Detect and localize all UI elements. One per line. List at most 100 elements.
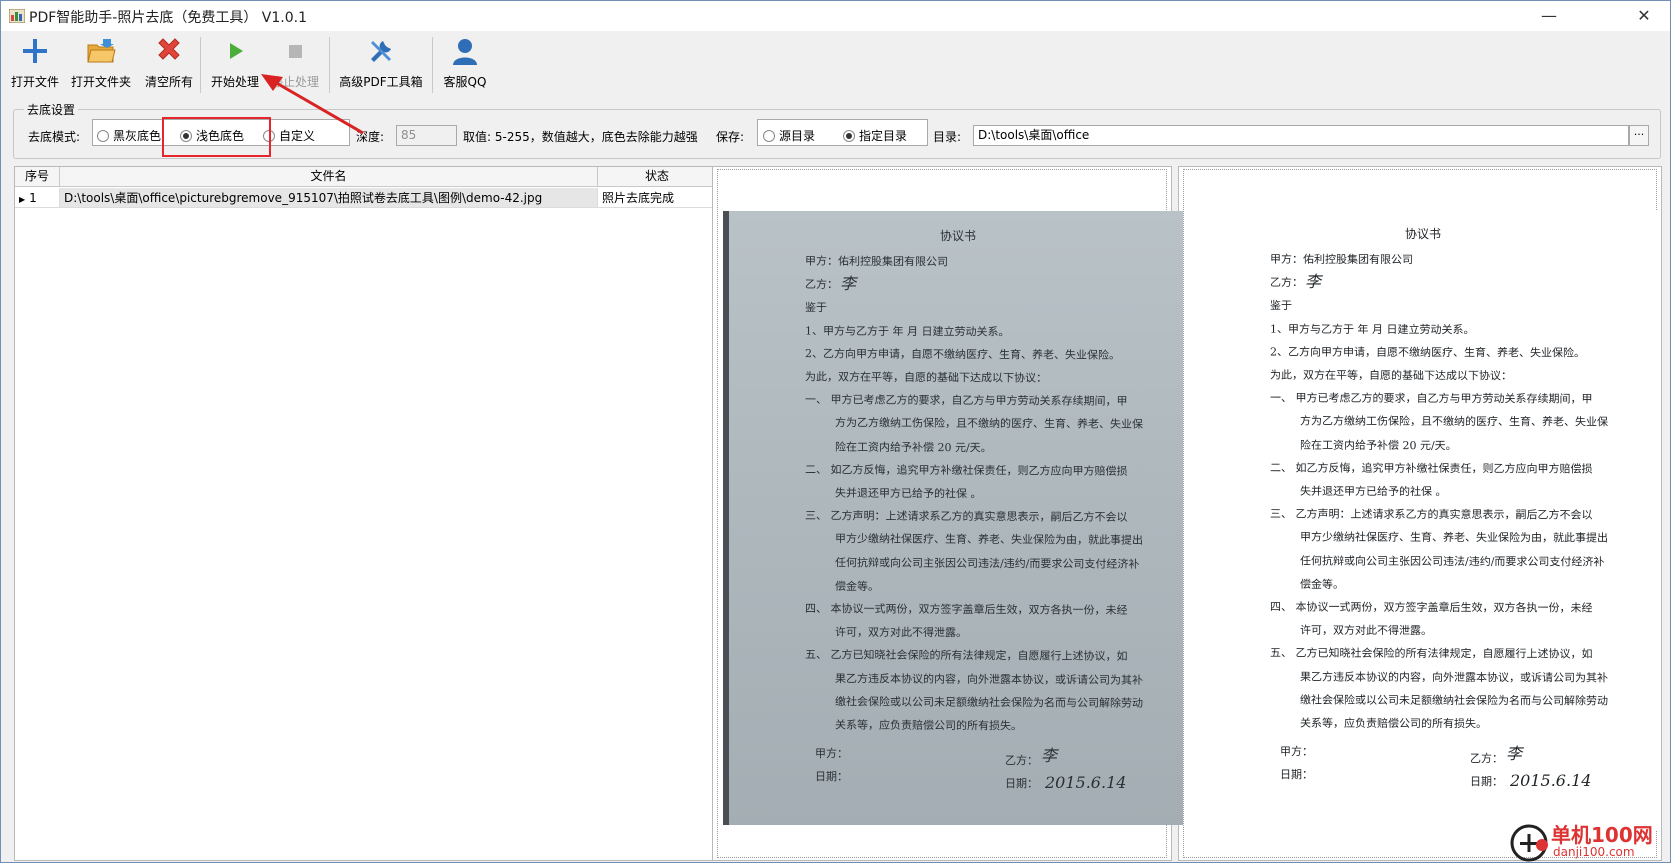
customer-service-button[interactable]: 客服QQ — [437, 35, 493, 95]
delete-icon — [158, 38, 180, 60]
document-line: 乙方： — [804, 278, 839, 292]
site-watermark: 单机100网 danji100.com — [1509, 819, 1669, 863]
mode-option-dark-gray[interactable]: 黑灰底色 — [97, 127, 161, 144]
toolbar: 打开文件 打开文件夹 清空所有 开始处理 停止处理 高级PDF工具箱 客服QQ — [1, 31, 1670, 99]
processed-photo: 协议书 甲方：佑利控股集团有限公司 乙方： 鉴于 1、甲方与乙方于 年 月 日建立劳动关… — [1194, 211, 1658, 831]
document-line: 1、甲方与乙方于 年 月 日建立劳动关系。 — [1269, 322, 1475, 336]
row-status-cell: 照片去底完成 — [598, 188, 717, 208]
document-line: 果乙方违反本协议的内容，向外泄露本协议，或诉请公司为其补 — [834, 671, 1144, 687]
document-line: 关系等，应负责赔偿公司的所有损失。 — [1299, 716, 1488, 731]
column-header-filename[interactable]: 文件名 — [60, 167, 598, 187]
document-line: 一、 甲方已考虑乙方的要求，自乙方与甲方劳动关系存续期间，甲 — [1269, 391, 1593, 406]
document-line: 偿金等。 — [1299, 577, 1345, 591]
document-date-b: 日期： — [1470, 775, 1503, 789]
folder-icon — [87, 39, 116, 63]
stop-icon — [289, 45, 302, 58]
document-date-b: 日期： — [1005, 777, 1038, 791]
document-line: 一、 甲方已考虑乙方的要求，自乙方与甲方劳动关系存续期间，甲 — [804, 393, 1128, 409]
document-line: 果乙方违反本协议的内容，向外泄露本协议，或诉请公司为其补 — [1299, 670, 1609, 685]
open-file-label: 打开文件 — [10, 75, 59, 89]
row-index-cell: ▶ 1 — [15, 188, 60, 208]
signature-party-b: 李 — [1041, 746, 1058, 766]
open-folder-label: 打开文件夹 — [70, 75, 131, 89]
document-line: 关系等，应负责赔偿公司的所有损失。 — [834, 718, 1023, 733]
document-line: 鉴于 — [804, 301, 828, 315]
document-line: 五、 乙方已知晓社会保险的所有法律规定，自愿履行上述协议，如 — [1269, 646, 1593, 661]
signature-date: 2015.6.14 — [1510, 771, 1592, 791]
document-line: 鉴于 — [1269, 299, 1293, 313]
start-button[interactable]: 开始处理 — [207, 35, 263, 95]
document-party-b: 乙方： — [1470, 752, 1503, 766]
document-line: 缴社会保险或以公司未足额缴纳社会保险为名而与公司解除劳动 — [1299, 693, 1609, 708]
start-label: 开始处理 — [210, 75, 259, 89]
window-title: PDF智能助手-照片去底（免费工具） V1.0.1 — [29, 10, 307, 26]
mode-label: 去底模式: — [28, 130, 81, 144]
file-table: 序号 文件名 状态 ▶ 1 D:\tools\桌面\office\pictureb… — [14, 166, 718, 861]
document-line: 方为乙方缴纳工伤保险，且不缴纳的医疗、生育、养老、失业保 — [1299, 414, 1609, 429]
document-line: 任何抗辩或向公司主张因公司违法/违约/而要求公司支付经济补 — [1299, 554, 1605, 569]
signature-party-b-top: 李 — [1305, 272, 1322, 292]
clear-all-label: 清空所有 — [144, 75, 193, 89]
document-line: 四、 本协议一式两份，双方签字盖章后生效，双方各执一份，未经 — [804, 602, 1128, 617]
clear-all-button[interactable]: 清空所有 — [141, 35, 197, 95]
minimize-icon: — — [1541, 6, 1557, 25]
document-line: 许可，双方对此不得泄露。 — [1299, 623, 1433, 638]
signature-party-b: 李 — [1506, 744, 1523, 764]
document-line: 乙方： — [1269, 276, 1304, 290]
document-party-a: 甲方： — [815, 747, 848, 761]
plus-icon — [23, 39, 47, 63]
radio-icon — [763, 130, 775, 142]
document-title: 协议书 — [1405, 227, 1442, 241]
toolbar-separator — [432, 37, 433, 93]
document-line: 二、 如乙方反悔，追究甲方补缴社保责任，则乙方应向甲方赔偿损 — [804, 462, 1128, 478]
save-option-source-dir[interactable]: 源目录 — [763, 127, 815, 144]
watermark-url: danji100.com — [1553, 845, 1635, 859]
document-line: 1、甲方与乙方于 年 月 日建立劳动关系。 — [804, 324, 1010, 339]
document-date-a: 日期： — [1280, 768, 1313, 782]
close-button[interactable]: ✕ — [1621, 1, 1667, 31]
document-line: 缴社会保险或以公司未足额缴纳社会保险为名而与公司解除劳动 — [834, 694, 1144, 710]
highlight-box — [162, 117, 271, 157]
user-icon — [453, 39, 477, 65]
document-image-processed: 协议书 甲方：佑利控股集团有限公司 乙方： 鉴于 1、甲方与乙方于 年 月 日建立劳动关… — [1194, 211, 1658, 831]
settings-group-title: 去底设置 — [24, 101, 79, 118]
browse-button[interactable]: ··· — [1629, 125, 1649, 146]
play-icon — [230, 43, 243, 59]
signature-party-b-top: 李 — [840, 274, 857, 294]
original-photo: 协议书 甲方：佑利控股集团有限公司 乙方： 鉴于 1、甲方与乙方于 年 月 日建立劳动关… — [723, 211, 1183, 825]
document-image-original: 协议书 甲方：佑利控股集团有限公司 乙方： 鉴于 1、甲方与乙方于 年 月 日建立劳动关… — [723, 211, 1183, 825]
document-title: 协议书 — [940, 229, 977, 243]
annotation-arrow-icon — [261, 74, 364, 135]
dir-label: 目录: — [933, 130, 962, 144]
watermark-logo-icon — [1510, 824, 1548, 862]
document-line: 为此，双方在平等，自愿的基础下达成以下协议： — [804, 370, 1048, 385]
column-header-index[interactable]: 序号 — [15, 167, 60, 187]
document-line: 为此，双方在平等，自愿的基础下达成以下协议： — [1269, 368, 1513, 383]
document-line: 2、乙方向甲方申请，自愿不缴纳医疗、生育、养老、失业保险。 — [804, 346, 1121, 362]
document-line: 甲方少缴纳社保医疗、生育、养老、失业保险为由，就此事提出 — [834, 532, 1144, 548]
document-line: 失并退还甲方已给予的社保 。 — [834, 486, 982, 501]
document-line: 三、 乙方声明：上述请求系乙方的真实意思表示，嗣后乙方不会以 — [1269, 507, 1593, 522]
document-line: 甲方：佑利控股集团有限公司 — [804, 254, 949, 269]
document-line: 方为乙方缴纳工伤保险，且不缴纳的医疗、生育、养老、失业保 — [834, 416, 1144, 432]
document-party-b: 乙方： — [1005, 754, 1038, 768]
open-file-button[interactable]: 打开文件 — [7, 35, 63, 95]
document-line: 二、 如乙方反悔，追究甲方补缴社保责任，则乙方应向甲方赔偿损 — [1269, 461, 1593, 476]
save-label: 保存: — [716, 130, 745, 144]
title-bar: PDF智能助手-照片去底（免费工具） V1.0.1 — ✕ — [1, 1, 1670, 31]
document-line: 险在工资内给予补偿 20 元/天。 — [1299, 438, 1457, 452]
column-header-status[interactable]: 状态 — [598, 167, 717, 187]
minimize-button[interactable]: — — [1526, 1, 1572, 31]
document-line: 偿金等。 — [834, 579, 880, 593]
depth-hint: 取值: 5-255，数值越大，底色去除能力越强 — [463, 130, 698, 144]
open-folder-button[interactable]: 打开文件夹 — [69, 35, 133, 95]
document-line: 险在工资内给予补偿 20 元/天。 — [834, 440, 992, 455]
document-line: 甲方少缴纳社保医疗、生育、养老、失业保险为由，就此事提出 — [1299, 530, 1609, 545]
depth-input[interactable]: 85 — [396, 125, 457, 146]
output-dir-input[interactable]: D:\tools\桌面\office — [973, 125, 1629, 146]
save-option-specified-dir[interactable]: 指定目录 — [843, 127, 907, 144]
document-line: 甲方：佑利控股集团有限公司 — [1269, 252, 1414, 267]
document-line: 五、 乙方已知晓社会保险的所有法律规定，自愿履行上述协议，如 — [804, 648, 1128, 664]
toolbar-separator — [200, 37, 201, 93]
tools-icon — [371, 41, 391, 62]
